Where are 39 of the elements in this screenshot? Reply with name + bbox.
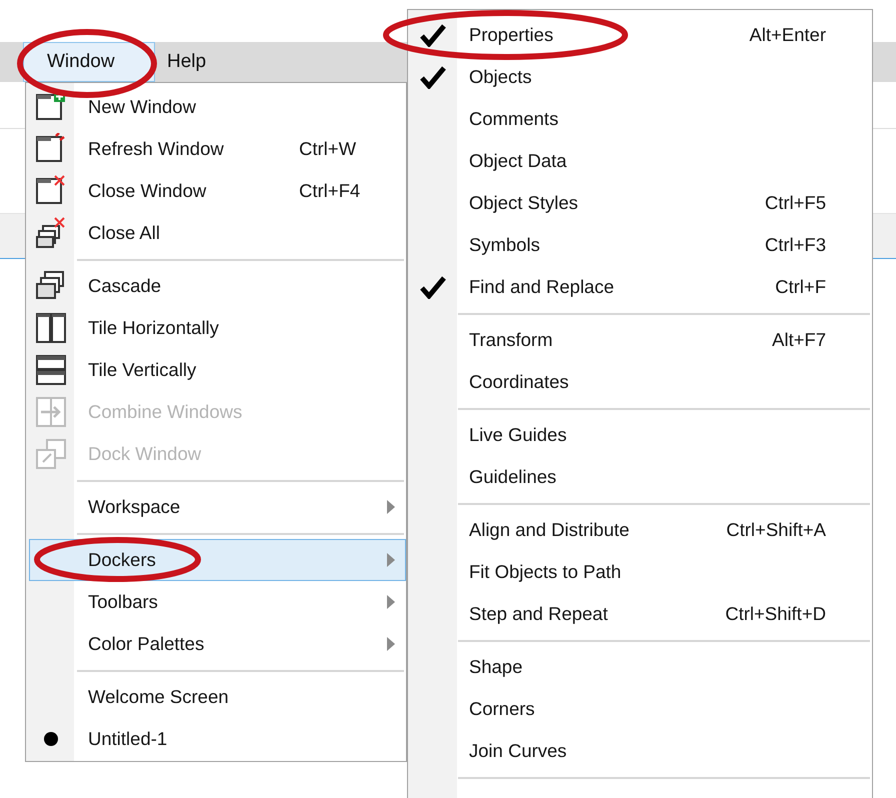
menu-bar-item[interactable]: Help <box>155 42 230 82</box>
menu-item[interactable]: Comments <box>408 98 872 140</box>
menu-item[interactable]: Fit Objects to Path <box>408 551 872 593</box>
menu-item[interactable]: Object Styles Ctrl+F5 <box>408 182 872 224</box>
menu-item[interactable]: Color Palettes <box>26 623 406 665</box>
stacked-windows-close-icon <box>34 217 66 249</box>
menu-item[interactable]: Shape <box>408 646 872 688</box>
menu-item[interactable]: Coordinates <box>408 361 872 403</box>
menu-item[interactable]: Align and Distribute Ctrl+Shift+A <box>408 509 872 551</box>
menu-item[interactable]: Cascade <box>26 265 406 307</box>
menu-item[interactable]: Object Data <box>408 140 872 182</box>
menu-item[interactable]: Objects <box>408 56 872 98</box>
menu-item[interactable]: Refresh Window Ctrl+W <box>26 128 406 170</box>
menu-item[interactable]: Welcome Screen <box>26 676 406 718</box>
menu-item[interactable]: Close Window Ctrl+F4 <box>26 170 406 212</box>
menu-item[interactable]: Symbols Ctrl+F3 <box>408 224 872 266</box>
menu-item[interactable]: Join Curves <box>408 730 872 772</box>
split-rows-icon <box>34 354 66 386</box>
menu-item[interactable]: Properties Alt+Enter <box>408 14 872 56</box>
menu-item[interactable]: Tile Horizontally <box>26 307 406 349</box>
menu-item[interactable]: Transform Alt+F7 <box>408 319 872 361</box>
window-plus-icon <box>34 91 66 123</box>
cascade-windows-icon <box>34 270 66 302</box>
menu-item[interactable]: Toolbars <box>26 581 406 623</box>
window-sparks-icon <box>34 133 66 165</box>
menu-item[interactable]: Close All <box>26 212 406 254</box>
menu-item[interactable]: Step and Repeat Ctrl+Shift+D <box>408 593 872 635</box>
menu-bar-item[interactable]: Window <box>23 42 155 82</box>
menu-item[interactable]: Workspace <box>26 486 406 528</box>
menu-item[interactable]: Live Guides <box>408 414 872 456</box>
menu-item[interactable]: Guidelines <box>408 456 872 498</box>
menu-item[interactable]: Tile Vertically <box>26 349 406 391</box>
window-overlap-icon <box>34 438 66 470</box>
menu-item[interactable]: Find and Replace Ctrl+F <box>408 266 872 308</box>
window-close-icon <box>34 175 66 207</box>
menu-item[interactable]: New Window <box>26 86 406 128</box>
menu-item[interactable]: Untitled-1 <box>26 718 406 760</box>
split-columns-icon <box>34 312 66 344</box>
menu-item[interactable]: Corners <box>408 688 872 730</box>
